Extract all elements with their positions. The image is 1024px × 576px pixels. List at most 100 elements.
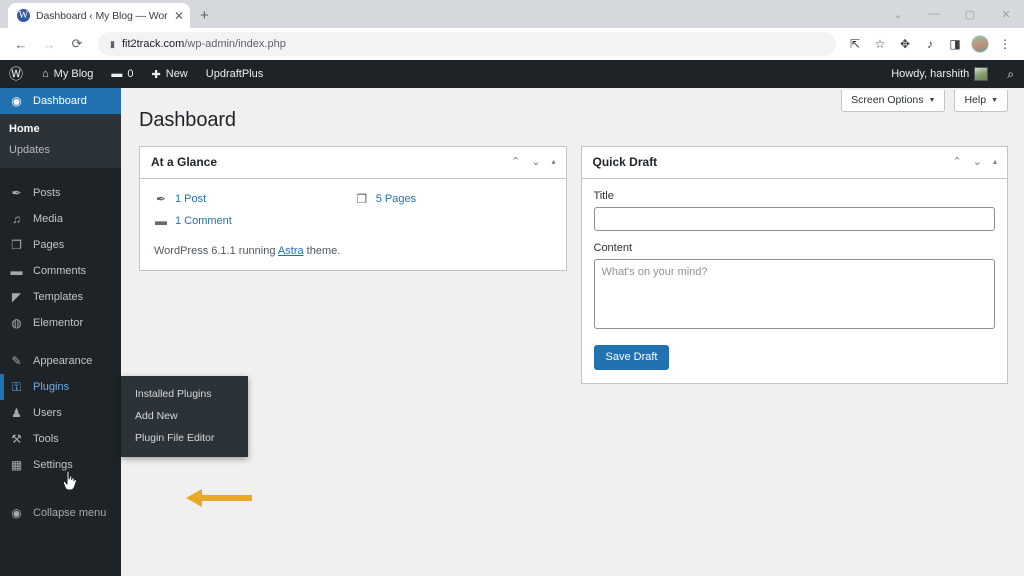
glance-pages-label: 5 Pages: [376, 193, 416, 205]
widget-title: At a Glance: [151, 155, 217, 169]
move-down-icon[interactable]: ⌄: [973, 157, 982, 168]
flyout-item-add-new[interactable]: Add New: [121, 405, 248, 427]
bookmark-star-icon[interactable]: ☆: [869, 33, 891, 55]
widget-body: ✒ 1 Post ▬ 1 Comment: [140, 179, 566, 270]
chevron-down-icon[interactable]: ⌄: [880, 8, 916, 21]
flyout-item-plugin-file-editor[interactable]: Plugin File Editor: [121, 427, 248, 449]
sidebar-item-label: Media: [33, 213, 63, 225]
version-prefix: WordPress 6.1.1 running: [154, 245, 278, 257]
browser-window: W Dashboard ‹ My Blog — WordPr ✕ + ⌄ — ▢…: [0, 0, 1024, 576]
draft-content-textarea[interactable]: [594, 259, 996, 329]
comment-icon: ▬: [154, 214, 168, 228]
brush-icon: ✎: [9, 354, 24, 368]
menu-separator: [0, 168, 121, 180]
sidebar-item-label: Pages: [33, 239, 64, 251]
share-icon[interactable]: ⇱: [844, 33, 866, 55]
admin-sidebar: ◉ Dashboard Home Updates ✒ Posts ♫ Media…: [0, 88, 121, 576]
minimize-icon[interactable]: —: [916, 8, 952, 20]
sidebar-item-tools[interactable]: ⚒ Tools: [0, 426, 121, 452]
new-content-menu[interactable]: ✚ New: [143, 60, 197, 88]
site-name-menu[interactable]: ⌂ My Blog: [33, 60, 102, 88]
close-icon[interactable]: ✕: [174, 10, 184, 22]
sidebar-item-users[interactable]: ♟ Users: [0, 400, 121, 426]
lock-icon: ▮: [110, 39, 115, 50]
screen-options-label: Screen Options: [851, 94, 923, 106]
help-button[interactable]: Help ▼: [954, 90, 1008, 112]
extensions-puzzle-icon[interactable]: ✥: [894, 33, 916, 55]
dashboard-columns: At a Glance ⌃ ⌄ ▴ ✒: [139, 146, 1008, 384]
back-icon[interactable]: ←: [8, 31, 34, 57]
move-down-icon[interactable]: ⌄: [531, 157, 540, 168]
comments-menu[interactable]: ▬ 0: [102, 60, 142, 88]
reload-icon[interactable]: ⟳: [64, 31, 90, 57]
version-suffix: theme.: [304, 245, 341, 257]
widget-title: Quick Draft: [593, 155, 658, 169]
sidebar-item-posts[interactable]: ✒ Posts: [0, 180, 121, 206]
sidebar-item-dashboard[interactable]: ◉ Dashboard: [0, 88, 121, 114]
folder-icon: ◤: [9, 290, 24, 304]
sidebar-item-label: Comments: [33, 265, 86, 277]
draft-title-input[interactable]: [594, 207, 996, 231]
user-icon: ♟: [9, 406, 24, 420]
sidebar-item-label: Appearance: [33, 355, 92, 367]
elementor-icon: ◍: [9, 316, 24, 330]
admin-bar-right: Howdy, harshith ⌕: [882, 60, 1024, 88]
sidebar-item-label: Templates: [33, 291, 83, 303]
collapse-icon: ◉: [9, 506, 24, 520]
screen-options-button[interactable]: Screen Options ▼: [841, 90, 945, 112]
glance-pages[interactable]: ❐ 5 Pages: [353, 190, 554, 212]
plugins-flyout-submenu: Installed Plugins Add New Plugin File Ed…: [121, 376, 248, 457]
widget-controls: ⌃ ⌄ ▴: [511, 157, 555, 168]
collapse-menu-button[interactable]: ◉ Collapse menu: [0, 500, 121, 526]
wordpress-icon: W: [17, 9, 30, 22]
glance-comments[interactable]: ▬ 1 Comment: [152, 212, 353, 234]
profile-avatar[interactable]: [969, 33, 991, 55]
sidebar-item-comments[interactable]: ▬ Comments: [0, 258, 121, 284]
sidebar-item-appearance[interactable]: ✎ Appearance: [0, 348, 121, 374]
move-up-icon[interactable]: ⌃: [511, 157, 520, 168]
save-draft-button[interactable]: Save Draft: [594, 345, 670, 370]
sidebar-item-plugins[interactable]: ⚿ Plugins: [0, 374, 121, 400]
toolbar-icons: ⇱ ☆ ✥ ♪ ◨ ⋮: [844, 33, 1016, 55]
sidebar-item-label: Tools: [33, 433, 59, 445]
sidebar-item-templates[interactable]: ◤ Templates: [0, 284, 121, 310]
search-icon[interactable]: ⌕: [997, 67, 1024, 82]
site-name-label: My Blog: [54, 68, 94, 80]
flyout-item-installed-plugins[interactable]: Installed Plugins: [121, 383, 248, 405]
address-bar[interactable]: ▮ fit2track.com/wp-admin/index.php: [98, 32, 836, 56]
my-account-menu[interactable]: Howdy, harshith: [882, 60, 997, 88]
glance-column-left: ✒ 1 Post ▬ 1 Comment: [152, 190, 353, 234]
sidebar-item-label: Dashboard: [33, 95, 87, 107]
new-label: New: [166, 68, 188, 80]
updraftplus-menu[interactable]: UpdraftPlus: [197, 60, 272, 88]
widget-header: At a Glance ⌃ ⌄ ▴: [140, 147, 566, 179]
forward-icon[interactable]: →: [36, 31, 62, 57]
side-panel-icon[interactable]: ◨: [944, 33, 966, 55]
glance-posts[interactable]: ✒ 1 Post: [152, 190, 353, 212]
admin-body: ◉ Dashboard Home Updates ✒ Posts ♫ Media…: [0, 88, 1024, 576]
sidebar-item-elementor[interactable]: ◍ Elementor: [0, 310, 121, 336]
sidebar-item-pages[interactable]: ❐ Pages: [0, 232, 121, 258]
window-close-icon[interactable]: ✕: [988, 8, 1024, 21]
avatar: [974, 67, 988, 81]
browser-tab[interactable]: W Dashboard ‹ My Blog — WordPr ✕: [8, 3, 190, 28]
glance-column-right: ❐ 5 Pages: [353, 190, 554, 234]
tab-strip: W Dashboard ‹ My Blog — WordPr ✕ + ⌄ — ▢…: [0, 0, 1024, 28]
sidebar-item-label: Settings: [33, 459, 73, 471]
sidebar-subitem-updates[interactable]: Updates: [0, 140, 121, 161]
pin-icon: ✒: [154, 192, 168, 206]
kebab-menu-icon[interactable]: ⋮: [994, 33, 1016, 55]
toggle-collapse-icon[interactable]: ▴: [551, 158, 555, 166]
pin-icon: ✒: [9, 186, 24, 200]
sidebar-item-settings[interactable]: ▦ Settings: [0, 452, 121, 478]
theme-link[interactable]: Astra: [278, 245, 304, 257]
wordpress-logo-icon[interactable]: Ⓦ: [0, 60, 33, 88]
maximize-icon[interactable]: ▢: [952, 8, 988, 21]
media-list-icon[interactable]: ♪: [919, 33, 941, 55]
move-up-icon[interactable]: ⌃: [953, 157, 962, 168]
new-tab-button[interactable]: +: [200, 7, 209, 28]
glance-comments-label: 1 Comment: [175, 215, 232, 227]
sidebar-item-media[interactable]: ♫ Media: [0, 206, 121, 232]
sidebar-subitem-home[interactable]: Home: [0, 119, 121, 140]
toggle-collapse-icon[interactable]: ▴: [993, 158, 997, 166]
